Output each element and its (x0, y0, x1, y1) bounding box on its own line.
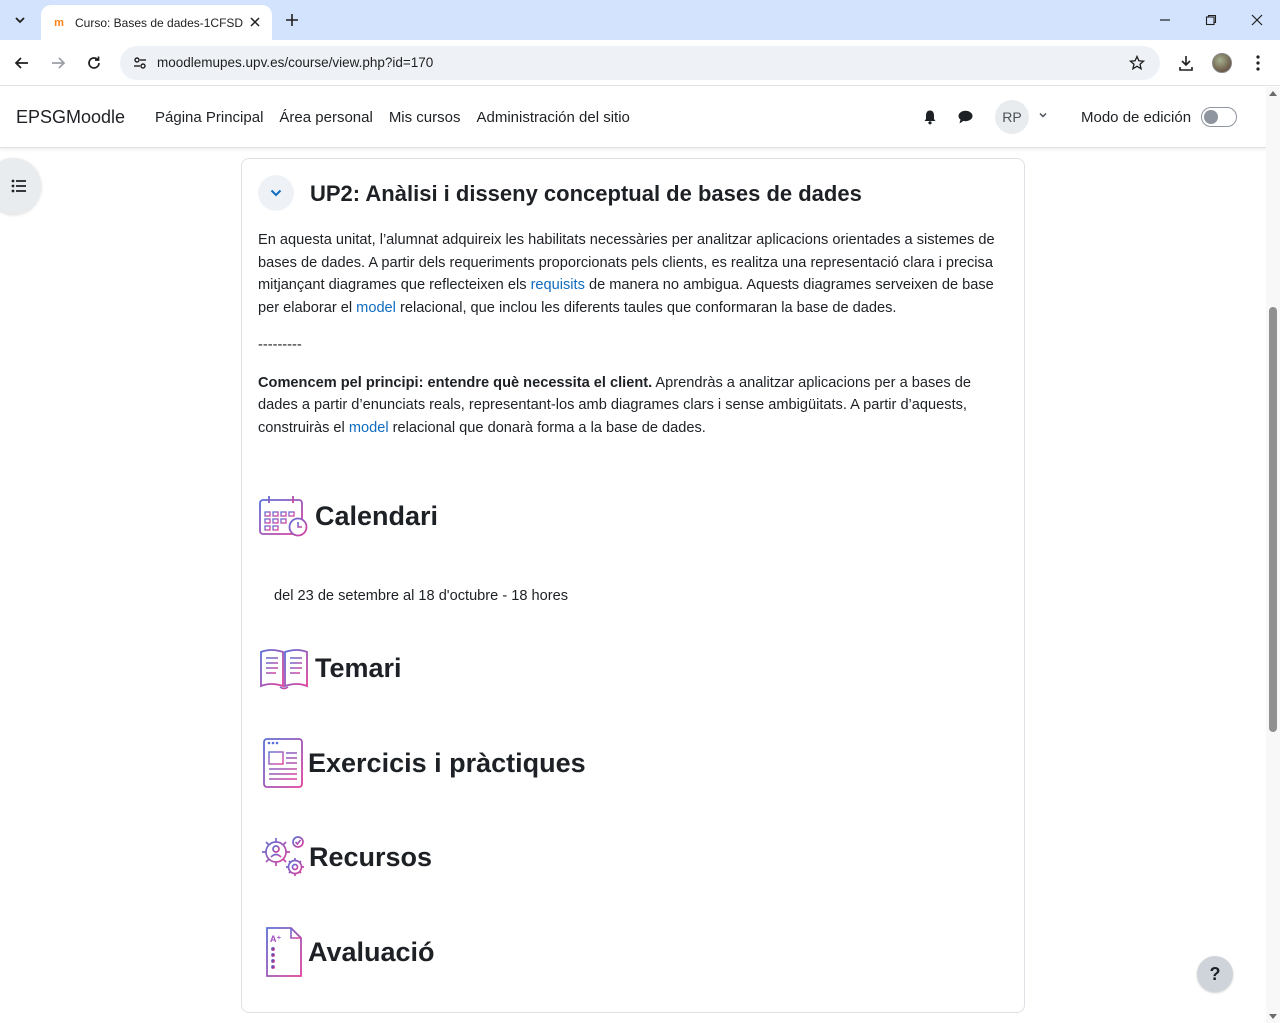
downloads-button[interactable] (1172, 49, 1200, 77)
heading-exercicis: Exercicis i pràctiques (262, 737, 586, 789)
nav-link-home[interactable]: Página Principal (155, 109, 263, 126)
restore-icon (1205, 14, 1217, 26)
browser-menu-button[interactable] (1244, 49, 1272, 77)
download-icon (1179, 56, 1193, 71)
moodle-favicon-icon: m (54, 16, 64, 29)
edit-mode-label: Modo de edición (1081, 109, 1192, 126)
edit-mode-toggle[interactable] (1201, 107, 1237, 127)
section-title: UP2: Anàlisi i disseny conceptual de bas… (310, 181, 862, 206)
course-section-card: UP2: Anàlisi i disseny conceptual de bas… (241, 158, 1025, 1013)
browser-tab-active[interactable]: m Curso: Bases de dades-1CFSDAM (41, 5, 272, 40)
new-tab-button[interactable] (280, 8, 304, 32)
course-index-drawer-toggle[interactable] (0, 158, 41, 214)
glossary-link-model-2[interactable]: model (349, 420, 389, 436)
reload-button[interactable] (80, 49, 108, 77)
tab-search-button[interactable] (6, 7, 34, 33)
calendar-dates-text: del 23 de setembre al 18 d'octubre - 18 … (274, 588, 569, 604)
address-bar[interactable]: moodlemupes.upv.es/course/view.php?id=17… (120, 46, 1160, 80)
heading-temari: Temari (258, 646, 402, 690)
heading-avaluacio: A⁺ Avaluació (264, 925, 435, 979)
heading-exercicis-text: Exercicis i pràctiques (308, 747, 586, 778)
section-collapse-button[interactable] (258, 175, 294, 211)
messages-chat-icon[interactable] (955, 107, 975, 127)
scroll-thumb[interactable] (1269, 307, 1277, 732)
arrow-left-icon (14, 57, 28, 69)
moodle-navbar: EPSGMoodle Página Principal Área persona… (0, 87, 1266, 148)
separator-dashes: --------- (258, 337, 302, 353)
bookmark-star-icon[interactable] (1126, 52, 1148, 74)
user-avatar[interactable]: RP (995, 100, 1029, 134)
tab-close-button[interactable] (246, 13, 264, 31)
summary-text: relacional que donarà forma a la base de… (388, 419, 706, 436)
calendar-icon (259, 496, 308, 537)
tab-title: Curso: Bases de dades-1CFSDAM (75, 15, 243, 30)
heading-recursos-text: Recursos (309, 841, 433, 872)
list-icon (11, 179, 26, 193)
section-summary: En aquesta unitat, l’alumnat adquireix l… (258, 229, 1008, 454)
kebab-menu-icon (1256, 55, 1260, 71)
open-book-icon (260, 649, 308, 690)
scroll-up-arrow-icon[interactable] (1269, 91, 1277, 96)
site-brand[interactable]: EPSGMoodle (16, 107, 125, 128)
heading-temari-text: Temari (315, 652, 402, 683)
heading-recursos: Recursos (258, 834, 432, 880)
webpage-exercise-icon (263, 738, 303, 788)
summary-paragraph-2: Comencem pel principi: entendre què nece… (258, 372, 1008, 440)
summary-bold-text: Comencem pel principi: entendre què nece… (258, 374, 653, 391)
minimize-icon (1160, 19, 1170, 21)
notifications-bell-icon[interactable] (920, 107, 940, 127)
glossary-link-model[interactable]: model (356, 300, 396, 316)
chevron-down-icon (15, 17, 25, 24)
profile-avatar-icon (1212, 53, 1232, 73)
minimize-button[interactable] (1150, 6, 1180, 34)
primary-navigation: Página Principal Área personal Mis curso… (155, 109, 630, 126)
back-button[interactable] (8, 49, 36, 77)
browser-toolbar: moodlemupes.upv.es/course/view.php?id=17… (0, 40, 1280, 86)
glossary-link-requisits[interactable]: requisits (531, 277, 585, 293)
plus-icon (286, 14, 298, 26)
summary-text: relacional, que inclou les diferents tau… (395, 299, 897, 316)
chevron-down-icon (270, 189, 282, 197)
forward-button[interactable] (44, 49, 72, 77)
summary-paragraph-1: En aquesta unitat, l’alumnat adquireix l… (258, 229, 1008, 319)
scroll-down-arrow-icon[interactable] (1269, 1014, 1277, 1019)
toggle-knob (1204, 110, 1218, 124)
page-scrollbar[interactable] (1266, 87, 1280, 1023)
nav-link-dashboard[interactable]: Área personal (279, 109, 372, 126)
browser-tab-strip: m Curso: Bases de dades-1CFSDAM (0, 0, 1280, 40)
help-button[interactable]: ? (1197, 956, 1233, 992)
url-text: moodlemupes.upv.es/course/view.php?id=17… (157, 55, 434, 70)
arrow-right-icon (52, 57, 66, 69)
close-icon (250, 17, 260, 27)
heading-avaluacio-text: Avaluació (308, 936, 435, 967)
close-icon (1251, 14, 1263, 26)
close-window-button[interactable] (1242, 6, 1272, 34)
profile-button[interactable] (1208, 49, 1236, 77)
user-menu-chevron-down-icon[interactable] (1036, 108, 1050, 122)
graded-document-icon: A⁺ (266, 927, 302, 977)
reload-icon (88, 56, 100, 69)
gears-icon (262, 836, 304, 876)
nav-link-my-courses[interactable]: Mis cursos (389, 109, 461, 126)
site-info-icon[interactable] (128, 51, 152, 75)
restore-button[interactable] (1196, 6, 1226, 34)
heading-calendari-text: Calendari (315, 500, 439, 531)
heading-calendari: Calendari (258, 495, 438, 537)
nav-link-site-admin[interactable]: Administración del sitio (477, 109, 630, 126)
svg-text:A⁺: A⁺ (270, 934, 281, 944)
